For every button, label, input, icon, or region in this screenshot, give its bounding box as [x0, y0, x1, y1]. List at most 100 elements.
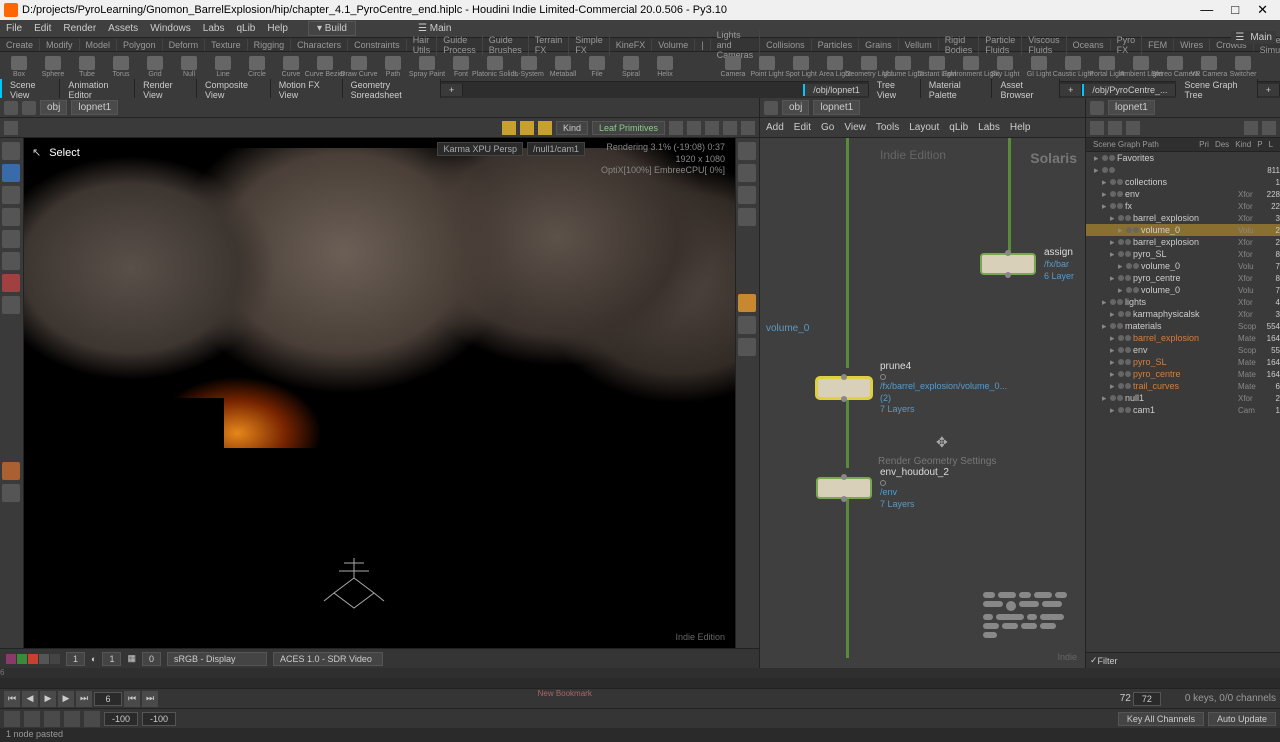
menu-assets[interactable]: Assets: [108, 23, 138, 34]
exposure-field[interactable]: 1: [102, 652, 121, 666]
shelf-tab[interactable]: Rigid Bodies: [939, 34, 980, 56]
play-back-button[interactable]: ▶: [40, 691, 56, 707]
net-layout[interactable]: Layout: [909, 122, 939, 133]
key-next-button[interactable]: ⏭: [142, 691, 158, 707]
menu-help[interactable]: Help: [267, 23, 288, 34]
node-prune4[interactable]: prune4 /fx/barrel_explosion/volume_0... …: [816, 360, 1007, 416]
next-frame-button[interactable]: ⏭: [76, 691, 92, 707]
shelf-tool-helix[interactable]: Helix: [650, 56, 680, 78]
first-frame-button[interactable]: ⏮: [4, 691, 20, 707]
shelf-tool-torus[interactable]: Torus: [106, 56, 136, 78]
shading-icon[interactable]: [738, 186, 756, 204]
viewport-3d[interactable]: ↖ Select Karma XPU Persp /null1/cam1 Ren…: [24, 138, 735, 648]
shelf-tool-grid[interactable]: Grid: [140, 56, 170, 78]
shelf-tab[interactable]: Polygon: [117, 39, 163, 51]
menu-file[interactable]: File: [6, 23, 22, 34]
shelf-tab[interactable]: Hair Utils: [407, 34, 438, 56]
shelf-tool-platonic-solids[interactable]: Platonic Solids: [480, 56, 510, 78]
tree-row[interactable]: ▸envScop55: [1086, 344, 1280, 356]
key-all-button[interactable]: Key All Channels: [1118, 712, 1204, 726]
pane-tab[interactable]: +: [1258, 84, 1280, 96]
shelf-tool-sphere[interactable]: Sphere: [38, 56, 68, 78]
light2-icon[interactable]: [520, 121, 534, 135]
shelf-tool-file[interactable]: File: [582, 56, 612, 78]
tree-row[interactable]: ▸pyro_centreMate164: [1086, 368, 1280, 380]
shelf-tab[interactable]: Modify: [40, 39, 80, 51]
network-editor[interactable]: Indie Edition Solaris volume_0 assign /f…: [760, 138, 1085, 668]
bb3-icon[interactable]: [44, 711, 60, 727]
play-fwd-button[interactable]: ▶: [58, 691, 74, 707]
net-edit[interactable]: Edit: [794, 122, 811, 133]
shelf-tab[interactable]: Deform: [163, 39, 206, 51]
shelf-tab[interactable]: FEM: [1142, 39, 1174, 51]
shelf-tool-vr-camera[interactable]: VR Camera: [1194, 56, 1224, 78]
shelf-tab[interactable]: Oceans: [1067, 39, 1111, 51]
handle-tool-icon[interactable]: [2, 252, 20, 270]
tree-row[interactable]: ▸envXfor228: [1086, 188, 1280, 200]
shelf-tab[interactable]: Simple FX: [569, 34, 610, 56]
shelf-tab[interactable]: Pyro FX: [1111, 34, 1143, 56]
breadcrumb-lopnet[interactable]: lopnet1: [1108, 100, 1155, 115]
tree-btn3-icon[interactable]: [1126, 121, 1140, 135]
prev-frame-button[interactable]: ◀: [22, 691, 38, 707]
shelf-tool-switcher[interactable]: Switcher: [1228, 56, 1258, 78]
range-start-input[interactable]: [104, 712, 138, 726]
move-tool-icon[interactable]: [2, 186, 20, 204]
tree-row[interactable]: ▸pyro_centreXfor8: [1086, 272, 1280, 284]
range-start2-input[interactable]: [142, 712, 176, 726]
timeline[interactable]: New Bookmark: [0, 678, 1280, 688]
renderer-label[interactable]: Karma XPU Persp: [437, 142, 523, 156]
shelf-tab[interactable]: Wires: [1174, 39, 1210, 51]
tree-row[interactable]: ▸811: [1086, 164, 1280, 176]
shelf-tool-portal-light[interactable]: Portal Light: [1092, 56, 1122, 78]
colorspace-dropdown[interactable]: sRGB - Display: [167, 652, 267, 666]
rotate-tool-icon[interactable]: [2, 208, 20, 226]
tree-row[interactable]: ▸barrel_explosionMate164: [1086, 332, 1280, 344]
shelf-tab[interactable]: Guide Brushes: [483, 34, 529, 56]
snap-tool-icon[interactable]: [2, 274, 20, 292]
bookmark-label[interactable]: New Bookmark: [538, 689, 592, 698]
shelf-tab[interactable]: Constraints: [348, 39, 407, 51]
shelf-tab[interactable]: Grains: [859, 39, 899, 51]
shelf-tool-curve-bezier[interactable]: Curve Bezier: [310, 56, 340, 78]
shelf-tool-environment-light[interactable]: Environment Light: [956, 56, 986, 78]
nav-back-icon[interactable]: [4, 101, 18, 115]
shelf-tool-spot-light[interactable]: Spot Light: [786, 56, 816, 78]
scale-tool-icon[interactable]: [2, 230, 20, 248]
breadcrumb-obj[interactable]: obj: [782, 100, 809, 115]
bb4-icon[interactable]: [64, 711, 80, 727]
current-frame-input[interactable]: [94, 692, 122, 706]
shelf-tool-caustic-light[interactable]: Caustic Light: [1058, 56, 1088, 78]
tree-btn2-icon[interactable]: [1108, 121, 1122, 135]
shelf-tool-gi-light[interactable]: GI Light: [1024, 56, 1054, 78]
tree-row[interactable]: ▸trail_curvesMate6: [1086, 380, 1280, 392]
view-transform-dropdown[interactable]: ACES 1.0 - SDR Video: [273, 652, 383, 666]
display-opt-icon[interactable]: [738, 142, 756, 160]
nav-back-icon[interactable]: [764, 101, 778, 115]
shelf-tab[interactable]: Rigging: [248, 39, 292, 51]
shelf-tool-line[interactable]: Line: [208, 56, 238, 78]
tree-row[interactable]: ▸materialsScop554: [1086, 320, 1280, 332]
bb2-icon[interactable]: [24, 711, 40, 727]
tool-icon[interactable]: [669, 121, 683, 135]
key-prev-button[interactable]: ⏮: [124, 691, 140, 707]
realtime-icon[interactable]: [4, 711, 20, 727]
scene-graph-tree[interactable]: ▸Favorites▸811▸collections1▸envXfor228▸f…: [1086, 152, 1280, 652]
shelf-tab[interactable]: |: [695, 39, 710, 51]
shelf-tab[interactable]: Particle Fluids: [979, 34, 1022, 56]
gear-icon[interactable]: [723, 121, 737, 135]
shelf-tool-spiral[interactable]: Spiral: [616, 56, 646, 78]
close-button[interactable]: ✕: [1257, 2, 1268, 18]
shelf-tool-volume-light[interactable]: Volume Light: [888, 56, 918, 78]
shelf-tool-tube[interactable]: Tube: [72, 56, 102, 78]
shelf-tab[interactable]: Vellum: [899, 39, 939, 51]
vis2-icon[interactable]: [738, 338, 756, 356]
shelf-tool-null[interactable]: Null: [174, 56, 204, 78]
shelf-tab[interactable]: Model: [80, 39, 118, 51]
net-go[interactable]: Go: [821, 122, 834, 133]
color-swatch[interactable]: [50, 654, 60, 664]
auto-update-button[interactable]: Auto Update: [1208, 712, 1276, 726]
maximize-button[interactable]: □: [1231, 2, 1239, 18]
brush-tool-icon[interactable]: [2, 296, 20, 314]
tree-help-icon[interactable]: [1262, 121, 1276, 135]
